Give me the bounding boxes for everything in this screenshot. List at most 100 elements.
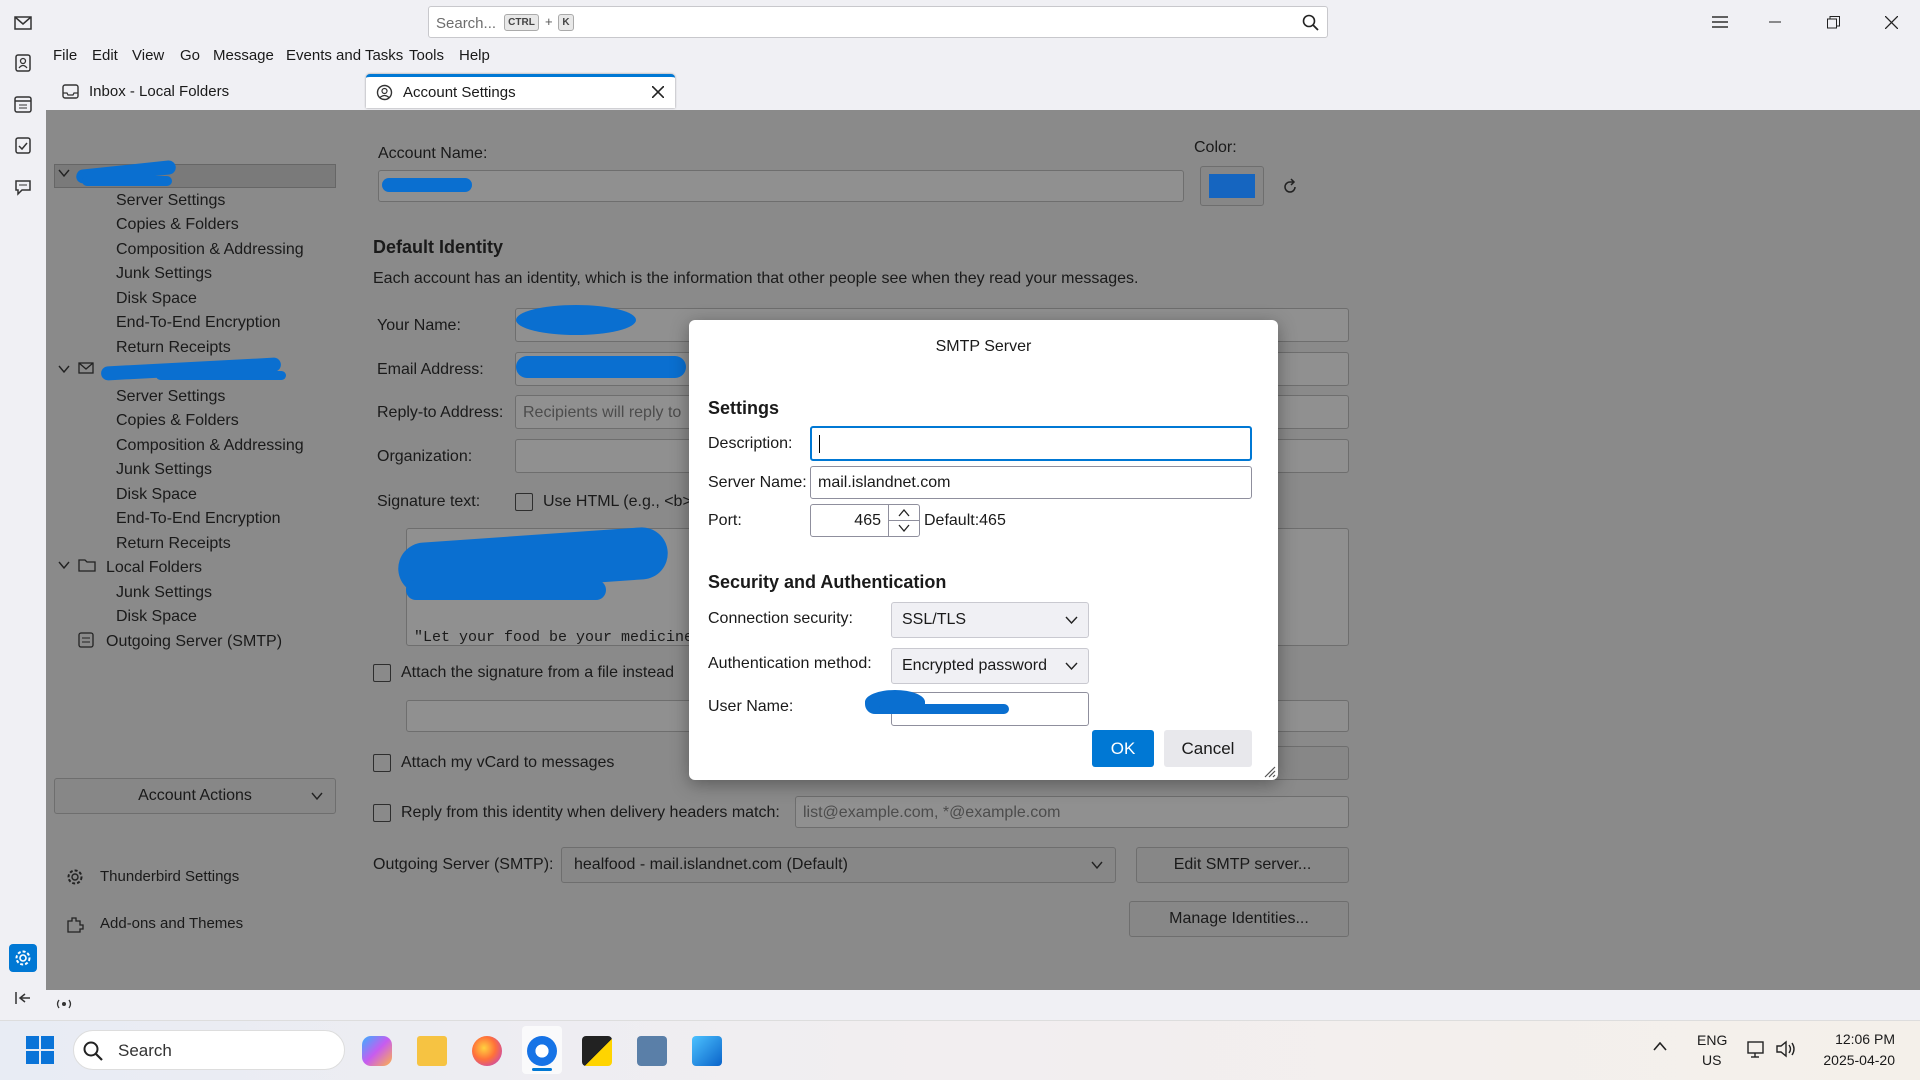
- taskbar-search-box[interactable]: Search: [73, 1030, 345, 1070]
- menu-file[interactable]: File: [53, 47, 77, 64]
- tree-a1-junk[interactable]: Junk Settings: [116, 265, 212, 283]
- tree-local-junk[interactable]: Junk Settings: [116, 584, 212, 602]
- attach-sig-file-checkbox[interactable]: [373, 664, 391, 682]
- addons-themes-link[interactable]: Add-ons and Themes: [100, 915, 243, 932]
- chevron-down-icon[interactable]: [58, 169, 70, 177]
- attach-vcard-label: Attach my vCard to messages: [401, 754, 615, 771]
- windows-start-icon[interactable]: [26, 1036, 54, 1064]
- tree-a2-disk-space[interactable]: Disk Space: [116, 486, 197, 504]
- reply-from-label: Reply from this identity when delivery h…: [401, 804, 780, 821]
- menu-view[interactable]: View: [132, 47, 164, 64]
- menu-message[interactable]: Message: [213, 47, 274, 64]
- tree-a1-server-settings[interactable]: Server Settings: [116, 192, 225, 210]
- tree-outgoing-server[interactable]: Outgoing Server (SMTP): [106, 633, 282, 651]
- active-app-indicator: [532, 1068, 552, 1071]
- lang-line1[interactable]: ENG: [1697, 1032, 1727, 1048]
- thunderbird-icon[interactable]: [527, 1036, 557, 1066]
- tree-a1-e2e[interactable]: End-To-End Encryption: [116, 314, 281, 332]
- reply-to-label: Reply-to Address:: [377, 404, 504, 421]
- address-book-icon[interactable]: [11, 51, 35, 75]
- account-name-input[interactable]: [378, 170, 1184, 202]
- photos-icon[interactable]: [692, 1036, 722, 1066]
- restore-icon[interactable]: [1810, 4, 1856, 40]
- tree-a2-e2e[interactable]: End-To-End Encryption: [116, 510, 281, 528]
- clock-time[interactable]: 12:06 PM: [1823, 1031, 1895, 1047]
- tree-a1-return-receipts[interactable]: Return Receipts: [116, 339, 231, 357]
- tree-a2-copies-folders[interactable]: Copies & Folders: [116, 412, 239, 430]
- ok-button[interactable]: OK: [1092, 730, 1154, 767]
- tree-a1-composition[interactable]: Composition & Addressing: [116, 241, 304, 259]
- reset-color-icon[interactable]: [1281, 178, 1299, 196]
- account-actions-button[interactable]: Account Actions: [54, 778, 336, 814]
- tree-a1-disk-space[interactable]: Disk Space: [116, 290, 197, 308]
- tasks-icon[interactable]: [11, 133, 35, 157]
- close-window-icon[interactable]: [1868, 4, 1914, 40]
- use-html-checkbox[interactable]: [515, 493, 533, 511]
- chevron-up-icon[interactable]: [1653, 1042, 1667, 1051]
- redaction-mark: [516, 305, 636, 335]
- menu-edit[interactable]: Edit: [92, 47, 118, 64]
- tab-inbox[interactable]: Inbox - Local Folders: [56, 74, 356, 108]
- tree-local-disk-space[interactable]: Disk Space: [116, 608, 197, 626]
- account-color-picker[interactable]: [1200, 166, 1264, 206]
- reply-from-input[interactable]: list@example.com, *@example.com: [795, 796, 1349, 828]
- calculator-icon[interactable]: [637, 1036, 667, 1066]
- smtp-server-dialog: SMTP Server Settings Description: Server…: [689, 320, 1278, 780]
- reply-from-placeholder: list@example.com, *@example.com: [803, 804, 1061, 821]
- network-icon[interactable]: [1747, 1040, 1767, 1058]
- tree-a1-copies-folders[interactable]: Copies & Folders: [116, 216, 239, 234]
- close-tab-icon[interactable]: [652, 86, 664, 98]
- resize-grip-icon[interactable]: [1262, 764, 1276, 778]
- attach-vcard-checkbox[interactable]: [373, 754, 391, 772]
- app-menu-icon[interactable]: [1697, 4, 1743, 40]
- mail-icon[interactable]: [11, 11, 35, 35]
- tree-a2-composition[interactable]: Composition & Addressing: [116, 437, 304, 455]
- outgoing-server-select[interactable]: healfood - mail.islandnet.com (Default): [561, 847, 1116, 883]
- chevron-down-icon[interactable]: [898, 524, 910, 532]
- tree-local-folders[interactable]: Local Folders: [106, 559, 202, 577]
- volume-icon[interactable]: [1776, 1040, 1798, 1058]
- port-spinner[interactable]: [888, 505, 919, 536]
- search-placeholder: Search...: [436, 15, 497, 32]
- menu-go[interactable]: Go: [180, 47, 200, 64]
- tab-inbox-label: Inbox - Local Folders: [89, 82, 230, 100]
- description-label: Description:: [708, 435, 793, 452]
- server-name-label: Server Name:: [708, 474, 807, 491]
- lang-line2[interactable]: US: [1702, 1052, 1721, 1068]
- auth-method-select[interactable]: Encrypted password: [891, 648, 1089, 684]
- copilot-icon[interactable]: [362, 1036, 392, 1066]
- global-search-input[interactable]: Search... CTRL + K: [428, 6, 1328, 38]
- online-status-icon[interactable]: [54, 997, 74, 1011]
- edit-smtp-server-button[interactable]: Edit SMTP server...: [1136, 847, 1349, 883]
- outgoing-server-label: Outgoing Server (SMTP):: [373, 856, 554, 873]
- chevron-down-icon[interactable]: [58, 365, 70, 373]
- calendar-icon[interactable]: [11, 92, 35, 116]
- description-input[interactable]: [810, 426, 1252, 461]
- tree-a2-return-receipts[interactable]: Return Receipts: [116, 535, 231, 553]
- outgoing-server-icon: [78, 632, 96, 648]
- cancel-button[interactable]: Cancel: [1164, 730, 1252, 767]
- chevron-down-icon[interactable]: [58, 561, 70, 569]
- chat-icon[interactable]: [11, 175, 35, 199]
- menu-events-and-tasks[interactable]: Events and Tasks: [286, 47, 403, 64]
- tree-a2-server-settings[interactable]: Server Settings: [116, 388, 225, 406]
- menu-tools[interactable]: Tools: [409, 47, 444, 64]
- tree-a2-junk[interactable]: Junk Settings: [116, 461, 212, 479]
- reply-from-checkbox[interactable]: [373, 804, 391, 822]
- thunderbird-settings-link[interactable]: Thunderbird Settings: [100, 868, 239, 885]
- firefox-icon[interactable]: [472, 1036, 502, 1066]
- menu-help[interactable]: Help: [459, 47, 490, 64]
- search-icon[interactable]: [1302, 14, 1319, 31]
- page-heading-clipped: [376, 100, 676, 114]
- sticky-notes-icon[interactable]: [582, 1036, 612, 1066]
- file-explorer-icon[interactable]: [417, 1036, 447, 1066]
- collapse-spaces-icon[interactable]: [11, 986, 35, 1010]
- server-name-input[interactable]: mail.islandnet.com: [810, 466, 1252, 499]
- dialog-title: SMTP Server: [935, 338, 1032, 355]
- minimize-icon[interactable]: [1752, 4, 1798, 40]
- connection-security-select[interactable]: SSL/TLS: [891, 602, 1089, 638]
- manage-identities-button[interactable]: Manage Identities...: [1129, 901, 1349, 937]
- settings-gear-icon[interactable]: [9, 944, 37, 972]
- clock-date[interactable]: 2025-04-20: [1811, 1052, 1895, 1068]
- chevron-up-icon[interactable]: [898, 509, 910, 517]
